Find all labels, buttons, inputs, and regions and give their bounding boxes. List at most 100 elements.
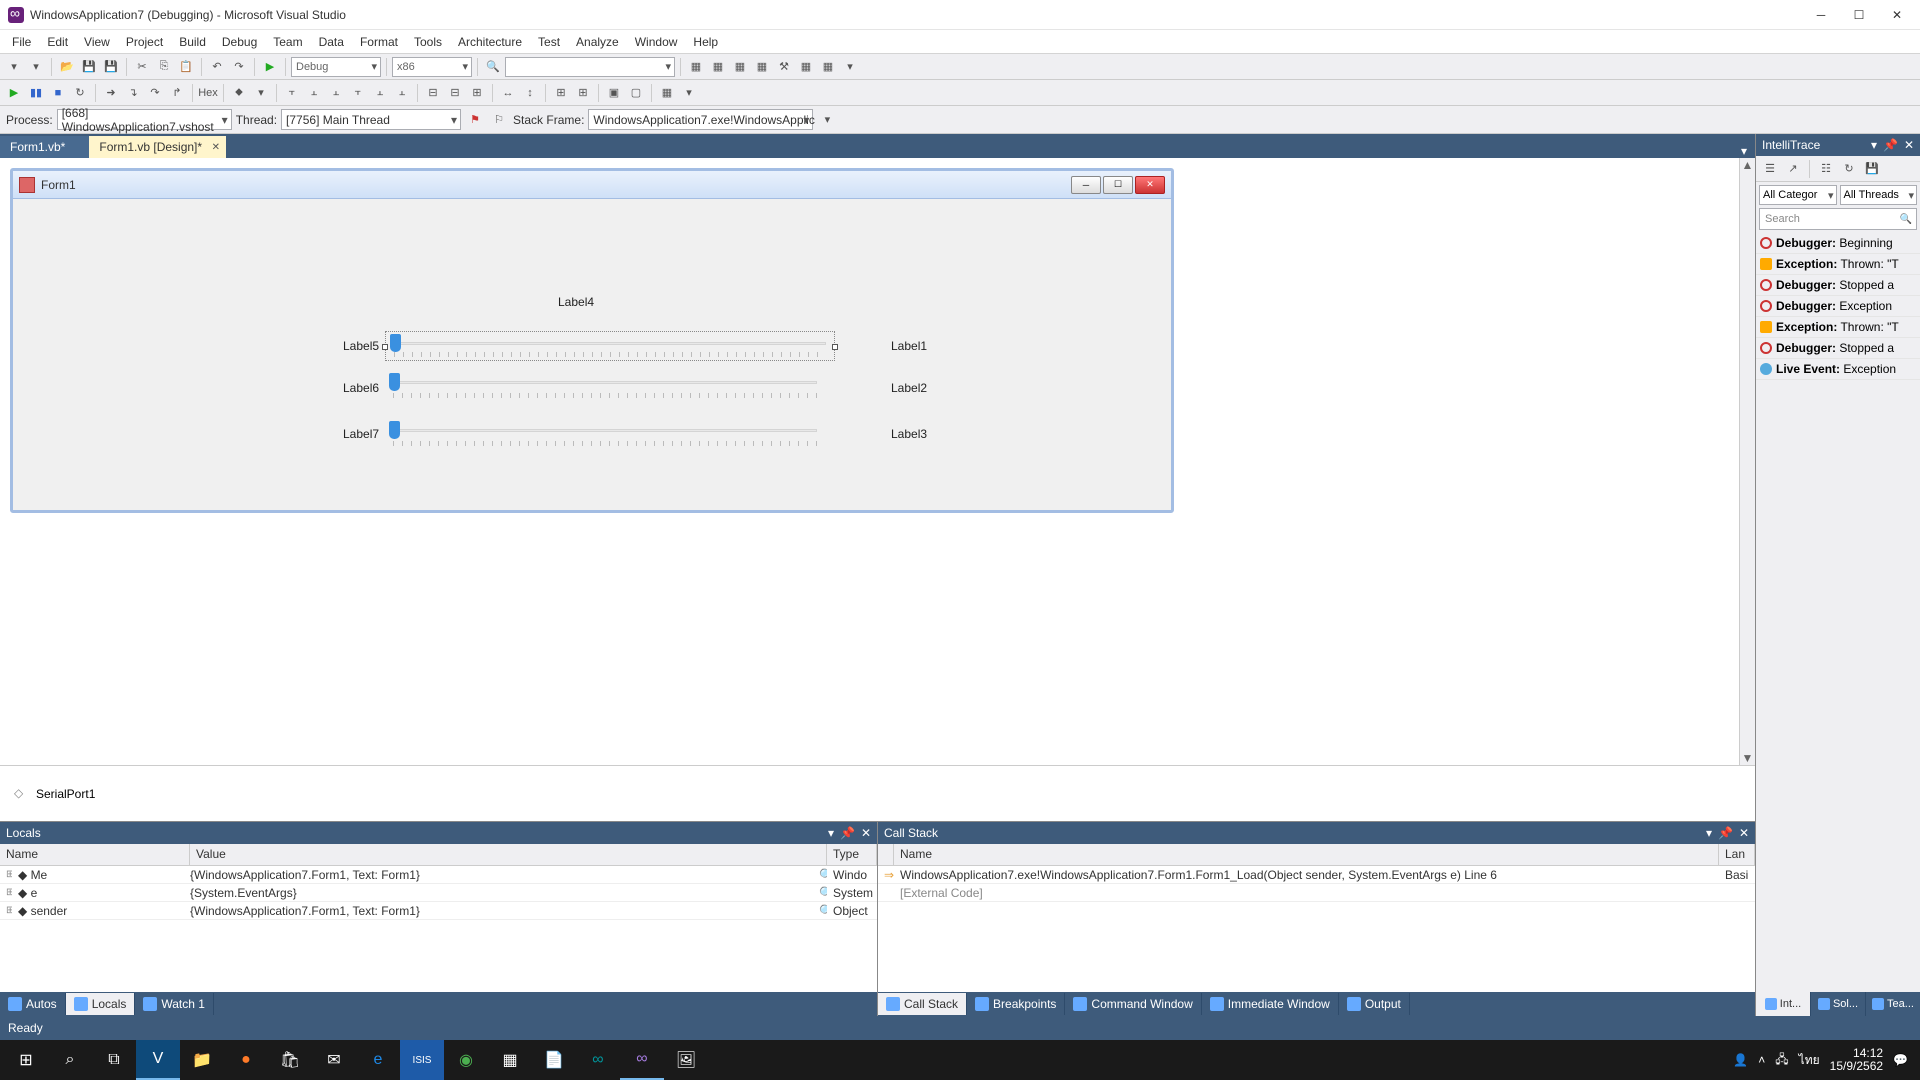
undo-icon[interactable]: ↶ <box>207 57 227 77</box>
menu-file[interactable]: File <box>4 32 39 52</box>
same-height-icon[interactable]: ⊟ <box>445 83 465 103</box>
step-out-icon[interactable]: ↱ <box>167 83 187 103</box>
thread-flag-icon[interactable]: ⚑ <box>465 110 485 130</box>
it-event[interactable]: Debugger: Exception <box>1756 296 1920 317</box>
same-size-icon[interactable]: ⊞ <box>467 83 487 103</box>
bottom-tab[interactable]: Watch 1 <box>135 993 214 1015</box>
menu-data[interactable]: Data <box>311 32 352 52</box>
it-close-icon[interactable]: ✕ <box>1904 138 1914 152</box>
tray-people-icon[interactable]: 👤 <box>1733 1053 1748 1067</box>
send-back-icon[interactable]: ▢ <box>626 83 646 103</box>
save-all-icon[interactable]: 💾 <box>101 57 121 77</box>
bottom-tab[interactable]: Call Stack <box>878 993 967 1015</box>
explorer-icon[interactable]: ▦ <box>708 57 728 77</box>
thread-combo[interactable]: [7756] Main Thread <box>281 109 461 130</box>
find-icon[interactable]: 🔍 <box>483 57 503 77</box>
taskbar-vs-icon[interactable]: ∞ <box>620 1040 664 1080</box>
locals-col-type[interactable]: Type <box>827 844 877 865</box>
start-button[interactable]: ⊞ <box>4 1040 48 1080</box>
taskview-button[interactable]: ⧉ <box>92 1040 136 1080</box>
locals-close-icon[interactable]: ✕ <box>861 826 871 840</box>
taskbar-mail-icon[interactable]: ✉ <box>312 1040 356 1080</box>
step-into-icon[interactable]: ↴ <box>123 83 143 103</box>
designer-scrollbar[interactable]: ▲▼ <box>1739 158 1755 765</box>
it-pin-icon[interactable]: 📌 <box>1883 138 1898 152</box>
it-event[interactable]: Exception: Thrown: "T <box>1756 317 1920 338</box>
close-tab-icon[interactable]: ✕ <box>212 142 220 153</box>
bottom-tab[interactable]: Output <box>1339 993 1410 1015</box>
locals-row[interactable]: ⊞◆ sender{WindowsApplication7.Form1, Tex… <box>0 902 877 920</box>
bottom-tab[interactable]: Command Window <box>1065 993 1201 1015</box>
taskbar-arduino-icon[interactable]: ∞ <box>576 1040 620 1080</box>
bottom-tab[interactable]: Breakpoints <box>967 993 1065 1015</box>
step-over-icon[interactable]: ↷ <box>145 83 165 103</box>
bring-front-icon[interactable]: ▣ <box>604 83 624 103</box>
locals-col-name[interactable]: Name <box>0 844 190 865</box>
serialport-component[interactable]: SerialPort1 <box>36 787 95 801</box>
it-calls-icon[interactable]: ☷ <box>1816 159 1836 179</box>
form-minimize-button[interactable]: ─ <box>1071 176 1101 194</box>
tray-notifications-icon[interactable]: 💬 <box>1893 1053 1908 1067</box>
callstack-close-icon[interactable]: ✕ <box>1739 826 1749 840</box>
menu-window[interactable]: Window <box>627 32 686 52</box>
taskbar-isis-icon[interactable]: ISIS <box>400 1040 444 1080</box>
platform-combo[interactable]: x86 <box>392 57 472 77</box>
align-bottom-icon[interactable]: ⫠ <box>392 83 412 103</box>
align-top-icon[interactable]: ⫟ <box>348 83 368 103</box>
callstack-row[interactable]: [External Code] <box>878 884 1755 902</box>
vspace-icon[interactable]: ↕ <box>520 83 540 103</box>
form-preview[interactable]: Form1 ─ ☐ ✕ Label4 Label5 Label1 Label6 … <box>10 168 1174 513</box>
hspace-icon[interactable]: ↔ <box>498 83 518 103</box>
bottom-tab[interactable]: Autos <box>0 993 66 1015</box>
it-event[interactable]: Debugger: Beginning <box>1756 233 1920 254</box>
trackbar2[interactable] <box>385 371 825 401</box>
continue-icon[interactable]: ▶ <box>4 83 24 103</box>
menu-project[interactable]: Project <box>118 32 171 52</box>
tab-form1-code[interactable]: Form1.vb* <box>0 136 89 158</box>
right-tab[interactable]: Sol... <box>1811 992 1866 1016</box>
more-debug-icon[interactable]: ▾ <box>679 83 699 103</box>
trackbar1[interactable] <box>385 331 835 361</box>
align-center-icon[interactable]: ⫠ <box>304 83 324 103</box>
menu-test[interactable]: Test <box>530 32 568 52</box>
menu-build[interactable]: Build <box>171 32 214 52</box>
it-list-icon[interactable]: ☰ <box>1760 159 1780 179</box>
properties-icon[interactable]: ▦ <box>730 57 750 77</box>
bottom-tab[interactable]: Locals <box>66 993 136 1015</box>
taskbar-edge-icon[interactable]: e <box>356 1040 400 1080</box>
it-event[interactable]: Debugger: Stopped a <box>1756 338 1920 359</box>
form-close-button[interactable]: ✕ <box>1135 176 1165 194</box>
maximize-button[interactable]: ☐ <box>1852 8 1866 22</box>
start-debug-icon[interactable]: ▶ <box>260 57 280 77</box>
menu-format[interactable]: Format <box>352 32 406 52</box>
tab-form1-design[interactable]: Form1.vb [Design]*✕ <box>89 136 226 158</box>
toolbox-icon-2[interactable]: ⚒ <box>774 57 794 77</box>
locals-row[interactable]: ⊞◆ e{System.EventArgs}🔍▾System <box>0 884 877 902</box>
more-icon[interactable]: ▾ <box>840 57 860 77</box>
redo-icon[interactable]: ↷ <box>229 57 249 77</box>
menu-analyze[interactable]: Analyze <box>568 32 627 52</box>
tray-network-icon[interactable]: 🖧 <box>1775 1050 1788 1071</box>
locals-pin-icon[interactable]: 📌 <box>840 826 855 840</box>
label2[interactable]: Label2 <box>891 381 927 395</box>
find-combo[interactable] <box>505 57 675 77</box>
taskbar-app-v[interactable]: V <box>136 1040 180 1080</box>
add-item-icon[interactable]: ▾ <box>26 57 46 77</box>
locals-col-value[interactable]: Value <box>190 844 827 865</box>
minimize-button[interactable]: ─ <box>1814 8 1828 22</box>
it-dropdown-icon[interactable]: ▾ <box>1871 138 1877 152</box>
object-browser-icon[interactable]: ▦ <box>752 57 772 77</box>
copy-icon[interactable]: ⎘ <box>154 57 174 77</box>
it-threads-combo[interactable]: All Threads <box>1840 185 1918 205</box>
stop-icon[interactable]: ■ <box>48 83 68 103</box>
right-tab[interactable]: Tea... <box>1866 992 1920 1016</box>
form-maximize-button[interactable]: ☐ <box>1103 176 1133 194</box>
thread-id-icon[interactable]: ⚐ <box>489 110 509 130</box>
label3[interactable]: Label3 <box>891 427 927 441</box>
taskbar-explorer-icon[interactable]: 📁 <box>180 1040 224 1080</box>
extension-icon[interactable]: ▦ <box>818 57 838 77</box>
callstack-col-name[interactable]: Name <box>894 844 1719 865</box>
taskbar-notepad-icon[interactable]: 📄 <box>532 1040 576 1080</box>
center-h-icon[interactable]: ⊞ <box>551 83 571 103</box>
start-page-icon[interactable]: ▦ <box>796 57 816 77</box>
